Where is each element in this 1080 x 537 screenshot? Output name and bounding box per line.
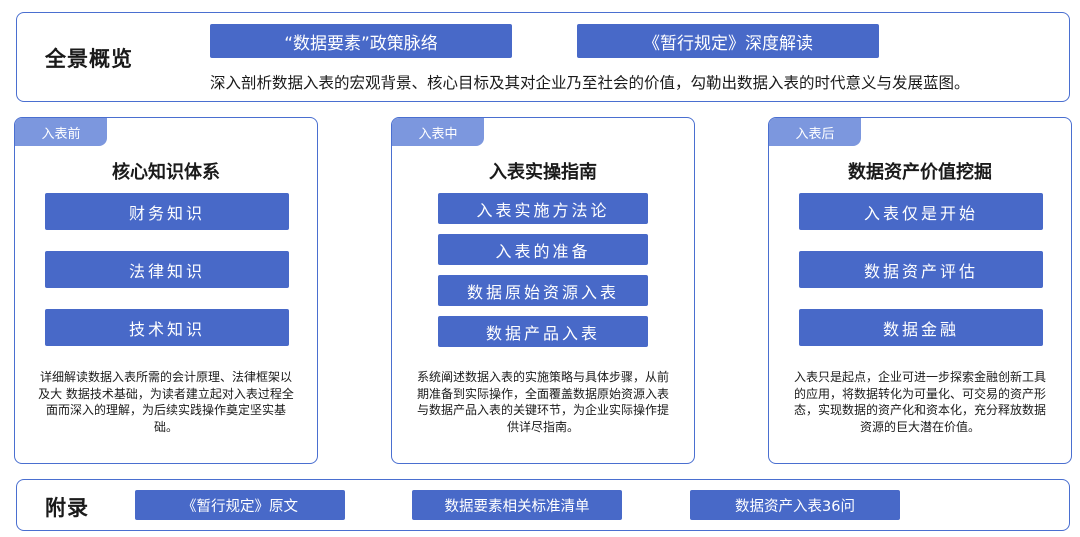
stage-during-panel: 入表中 入表实操指南 入表实施方法论 入表的准备 数据原始资源入表 数据产品入表… [391,117,695,464]
stage-tag: 入表后 [769,118,861,146]
stage-description: 详细解读数据入表所需的会计原理、法律框架以及大 数据技术基础，为读者建立起对入表… [38,370,294,434]
tech-knowledge-button[interactable]: 技术知识 [45,309,289,346]
standards-list-button[interactable]: 数据要素相关标准清单 [412,490,622,520]
stage-tag: 入表前 [15,118,107,146]
stage-after-panel: 入表后 数据资产价值挖掘 入表仅是开始 数据资产评估 数据金融 入表只是起点，企… [768,117,1072,464]
policy-context-button[interactable]: “数据要素”政策脉络 [210,24,512,58]
overview-title: 全景概览 [45,47,133,71]
stage-title: 核心知识体系 [112,162,220,183]
appendix-title: 附录 [45,496,89,520]
stage-title: 入表实操指南 [489,162,597,183]
data-finance-button[interactable]: 数据金融 [799,309,1043,346]
raw-resource-entry-button[interactable]: 数据原始资源入表 [438,275,648,306]
stage-tag: 入表中 [392,118,484,146]
methodology-button[interactable]: 入表实施方法论 [438,193,648,224]
stage-title: 数据资产价值挖掘 [848,162,992,183]
preparation-button[interactable]: 入表的准备 [438,234,648,265]
faq-36-button[interactable]: 数据资产入表36问 [690,490,900,520]
stage-before-panel: 入表前 核心知识体系 财务知识 法律知识 技术知识 详细解读数据入表所需的会计原… [14,117,318,464]
finance-knowledge-button[interactable]: 财务知识 [45,193,289,230]
just-beginning-button[interactable]: 入表仅是开始 [799,193,1043,230]
stage-description: 入表只是起点，企业可进一步探索金融创新工具的应用，将数据转化为可量化、可交易的资… [793,370,1046,434]
legal-knowledge-button[interactable]: 法律知识 [45,251,289,288]
overview-description: 深入剖析数据入表的宏观背景、核心目标及其对企业乃至社会的价值，勾勒出数据入表的时… [210,74,970,92]
regulation-interpretation-button[interactable]: 《暂行规定》深度解读 [577,24,879,58]
overview-panel: 全景概览 “数据要素”政策脉络 《暂行规定》深度解读 深入剖析数据入表的宏观背景… [16,12,1070,102]
appendix-panel: 附录 《暂行规定》原文 数据要素相关标准清单 数据资产入表36问 [16,479,1070,531]
stage-description: 系统阐述数据入表的实施策略与具体步骤，从前期准备到实际操作，全面覆盖数据原始资源… [416,370,669,434]
product-entry-button[interactable]: 数据产品入表 [438,316,648,347]
asset-valuation-button[interactable]: 数据资产评估 [799,251,1043,288]
regulation-original-button[interactable]: 《暂行规定》原文 [135,490,345,520]
